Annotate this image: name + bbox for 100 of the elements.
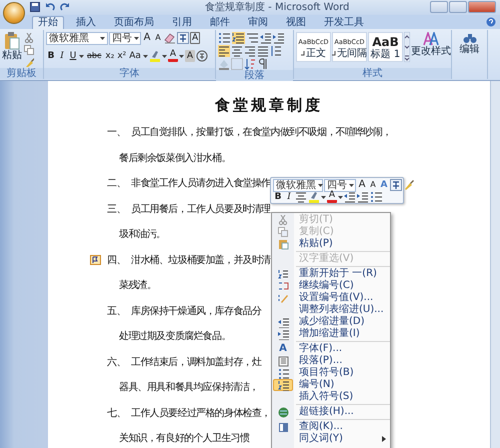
align-center-icon[interactable] [231, 45, 243, 57]
smart-tag-icon[interactable] [90, 255, 101, 266]
format-painter-icon[interactable] [24, 57, 34, 67]
caret-icon[interactable] [100, 36, 105, 40]
grow-font-button[interactable]: A [142, 32, 152, 44]
indent-icon[interactable] [273, 32, 285, 44]
superscript-button[interactable]: x² [116, 50, 128, 62]
menu-item[interactable]: 编号(N) [272, 379, 390, 391]
character-shading-button[interactable]: A [184, 50, 195, 62]
menu-item[interactable]: 减少缩进量(D) [272, 316, 390, 328]
caret-icon[interactable] [178, 54, 184, 58]
ribbon-tab[interactable]: 页面布局 [108, 16, 160, 29]
multilevel-list-icon[interactable] [246, 32, 259, 44]
indent-icon[interactable] [357, 191, 369, 203]
menu-item[interactable]: 继续编号(C) [272, 280, 390, 292]
change-case-button[interactable]: Aa [128, 50, 142, 62]
subscript-button[interactable]: x₂ [104, 50, 116, 62]
book-icon [278, 422, 288, 432]
gallery-scroll-icon[interactable] [404, 32, 410, 62]
menu-item[interactable]: 设置编号值(V)... [272, 292, 390, 304]
menu-item[interactable]: 同义词(Y) [272, 433, 390, 445]
strikethrough-button[interactable]: abc [85, 50, 104, 62]
caret-icon[interactable] [321, 196, 326, 198]
font-size-dropdown[interactable]: 四号 [324, 178, 356, 192]
bullet-list-icon[interactable] [370, 191, 382, 203]
justify-icon[interactable] [257, 45, 269, 57]
ribbon-tab[interactable]: 邮件 [204, 16, 236, 29]
paste-button[interactable]: 粘贴 [2, 32, 22, 68]
menu-item[interactable]: 重新开始于 一(R) [272, 268, 390, 280]
paintbrush-icon[interactable] [403, 179, 415, 191]
scrollbar[interactable] [490, 81, 500, 448]
phonetic-guide-icon[interactable] [390, 179, 402, 191]
ribbon-tab[interactable]: 引用 [166, 16, 198, 29]
italic-button[interactable]: I [57, 50, 67, 62]
body-text: 工作结束后，调料加盖封存，灶 [131, 356, 262, 370]
phonetic-guide-icon[interactable] [177, 32, 189, 44]
menu-item[interactable]: 调整列表缩进(U)... [272, 304, 390, 316]
scissors-icon [278, 214, 288, 226]
caret-icon[interactable] [318, 184, 323, 186]
italic-button[interactable]: I [284, 191, 294, 203]
ribbon-tab[interactable]: 开发工具 [318, 16, 370, 29]
circled-character-icon[interactable] [196, 50, 208, 62]
menu-item[interactable]: 增加缩进量(I) [272, 328, 390, 340]
outdent-icon[interactable] [260, 32, 272, 44]
font-icon: A [279, 344, 287, 354]
character-border-button[interactable]: A [190, 32, 200, 44]
align-left-icon[interactable] [218, 45, 230, 57]
body-text: 员工自觉排队，按量打饭，在食堂内做到不吸烟，不喧哗吵闹， [131, 126, 392, 140]
font-color-button[interactable]: A [327, 191, 337, 203]
numbered-list-icon[interactable] [232, 32, 245, 44]
style-gallery-item[interactable]: AaB 标题 1 [368, 32, 403, 62]
menu-item[interactable]: 查阅(K)... [272, 421, 390, 433]
shrink-font-button[interactable]: A [368, 179, 378, 191]
ribbon-tab[interactable]: 开始 [32, 16, 64, 29]
bold-button[interactable]: B [273, 191, 283, 203]
font-name-dropdown[interactable]: 微软雅黑 [273, 178, 323, 192]
show-marks-icon[interactable] [257, 58, 269, 70]
text-effect-button[interactable]: A [379, 179, 389, 191]
office-button[interactable] [3, 2, 25, 24]
grow-font-button[interactable]: A [357, 179, 367, 191]
eraser-icon[interactable] [164, 32, 176, 44]
menu-item[interactable]: A 字体(F)... [272, 343, 390, 355]
menu-item[interactable]: 粘贴(P) [272, 238, 390, 250]
submenu-arrow-icon [382, 436, 386, 442]
caret-icon[interactable] [134, 36, 139, 40]
sort-icon[interactable] [244, 58, 256, 70]
caret-icon[interactable] [142, 54, 148, 58]
ribbon-tab[interactable]: 视图 [280, 16, 312, 29]
editing-button[interactable]: 编辑 [460, 32, 480, 56]
align-right-icon[interactable] [244, 45, 256, 57]
align-center-icon[interactable] [295, 191, 307, 203]
font-size-dropdown[interactable]: 四号 [109, 32, 141, 44]
underline-button[interactable]: U [68, 50, 78, 62]
caret-icon[interactable] [338, 196, 343, 198]
bullet-list-icon[interactable] [218, 32, 231, 44]
copy-icon[interactable] [24, 45, 34, 55]
undo-icon[interactable] [45, 2, 55, 12]
line-spacing-icon[interactable] [270, 45, 282, 57]
caret-icon[interactable] [349, 184, 354, 186]
cut-icon[interactable] [24, 33, 34, 43]
ribbon-tab[interactable]: 插入 [70, 16, 102, 29]
ribbon-tab[interactable]: 审阅 [242, 16, 274, 29]
highlighter-icon[interactable] [308, 191, 320, 203]
outdent-icon[interactable] [344, 191, 356, 203]
save-icon[interactable] [30, 2, 40, 12]
menu-item[interactable]: 段落(P)... [272, 355, 390, 367]
bold-button[interactable]: B [46, 50, 56, 62]
menu-item[interactable]: 超链接(H)... [272, 406, 390, 418]
redo-icon[interactable] [60, 2, 70, 12]
menu-item[interactable]: 插入符号(S) [272, 391, 390, 403]
font-name-dropdown[interactable]: 微软雅黑 [46, 32, 108, 44]
help-icon[interactable] [486, 17, 496, 27]
highlighter-icon[interactable] [148, 50, 161, 62]
shrink-font-button[interactable]: A [153, 32, 163, 44]
caret-icon[interactable] [79, 54, 84, 58]
change-styles-button[interactable]: 更改样式 [411, 32, 451, 68]
list-number: 六、 [107, 356, 127, 370]
font-color-button[interactable]: A [168, 50, 178, 62]
caret-icon[interactable] [162, 54, 167, 58]
menu-item[interactable]: 项目符号(B) [272, 367, 390, 379]
